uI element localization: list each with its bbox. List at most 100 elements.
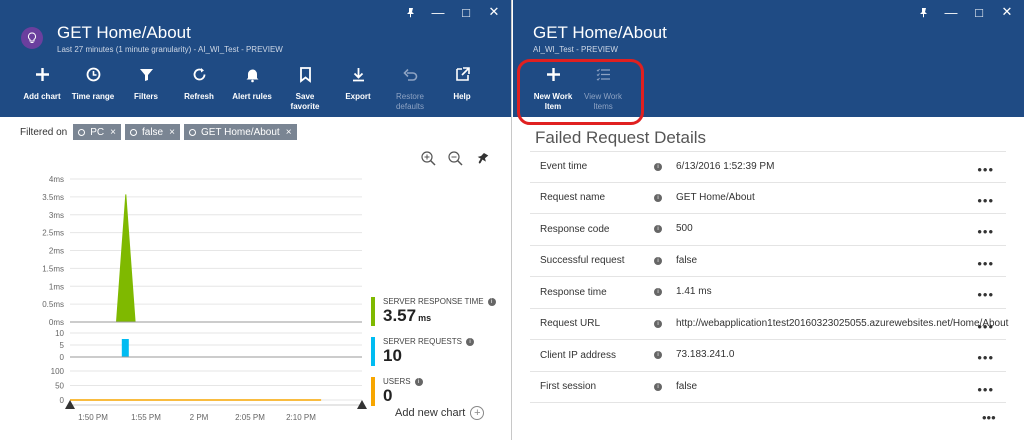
lightbulb-icon [21,27,43,49]
metric-value: 3.57 [383,306,417,325]
toolbar-button-label: Add chart [23,92,61,101]
info-icon: i [654,382,662,391]
undo-icon [402,66,419,88]
checklist-icon [595,66,612,88]
metric-server-requests[interactable]: SERVER REQUESTS i 10 [371,337,474,366]
toolbar-button-label: Help [453,92,471,101]
info-icon: i [654,225,662,234]
toolbar-button-label: New Work Item [533,92,573,111]
detail-row: Response time i 1.41 ms ••• [530,277,1006,309]
time-range-button[interactable]: Time range [65,66,121,102]
info-icon: i [654,351,662,360]
more-icon[interactable]: ••• [977,319,994,334]
more-icon[interactable]: ••• [977,287,994,302]
detail-value: GET Home/About [676,191,755,203]
y-tick-label: 0.5ms [42,300,64,309]
y-tick-label: 0 [60,353,65,362]
info-icon: i [487,297,496,306]
detail-value: 6/13/2016 1:52:39 PM [676,160,775,172]
add-chart-button[interactable]: Add chart [14,66,70,102]
requests-bar [121,339,129,357]
more-icon[interactable]: ••• [977,224,994,239]
external-link-icon [454,66,471,88]
circle-icon [78,128,86,136]
x-tick-label: 2:10 PM [286,413,316,422]
circle-icon [188,128,196,136]
detail-label: Successful request [540,255,625,267]
bookmark-icon [297,66,314,88]
more-icon[interactable]: ••• [977,382,994,397]
y-tick-label: 5 [60,341,65,350]
refresh-icon [191,66,208,88]
pin-icon[interactable] [474,150,491,167]
plus-icon [34,66,51,88]
close-icon[interactable]: × [169,127,175,138]
restore-defaults-button[interactable]: Restore defaults [382,66,438,112]
detail-value: http://webapplication1test20160323025055… [676,317,1009,329]
metric-users[interactable]: USERS i 0 [371,377,423,406]
detail-label: Response code [540,223,610,235]
filter-chip[interactable]: false × [125,124,180,140]
more-icon[interactable]: ••• [977,193,994,208]
close-icon[interactable]: × [286,127,292,138]
metric-server-response-time[interactable]: SERVER RESPONSE TIME i 3.57 ms [371,297,496,326]
detail-value: 1.41 ms [676,286,712,298]
blade-header: GET Home/About AI_WI_Test - PREVIEW — □ … [513,0,1024,117]
metrics-chart[interactable]: 0ms0.5ms1ms1.5ms2ms2.5ms3ms3.5ms4ms05100… [0,165,372,430]
download-icon [350,66,367,88]
zoom-in-icon[interactable] [420,150,437,167]
filter-icon [138,66,155,88]
y-tick-label: 1.5ms [42,264,64,273]
plus-circle-icon: + [470,406,485,420]
filters-button[interactable]: Filters [118,66,174,102]
filter-chip[interactable]: GET Home/About × [183,124,297,140]
info-icon: i [654,319,662,328]
close-icon[interactable]: × [110,127,116,138]
response-time-area [70,194,322,323]
minimize-icon[interactable]: — [431,5,445,20]
blade-subtitle: Last 27 minutes (1 minute granularity) -… [57,45,283,54]
toolbar-button-label: Filters [133,92,158,101]
refresh-button[interactable]: Refresh [171,66,227,102]
toolbar-button-label: Restore defaults [395,92,425,111]
more-icon[interactable]: ••• [977,162,994,177]
pin-icon[interactable] [916,5,930,19]
section-title: Failed Request Details [535,128,707,147]
view-work-items-button[interactable]: View Work Items [575,66,631,112]
more-icon[interactable]: ••• [982,410,996,425]
y-tick-label: 4ms [49,175,64,184]
y-tick-label: 100 [51,367,65,376]
close-icon[interactable]: ✕ [1000,4,1014,19]
y-tick-label: 2.5ms [42,229,64,238]
bell-icon [244,66,261,88]
close-icon[interactable]: ✕ [487,4,501,19]
export-button[interactable]: Export [330,66,386,102]
alert-rules-button[interactable]: Alert rules [224,66,280,102]
maximize-icon[interactable]: □ [459,5,473,20]
pin-icon[interactable] [403,5,417,19]
zoom-out-icon[interactable] [447,150,464,167]
filter-bar: Filtered on PC × false × GET Home/About × [20,124,301,140]
y-tick-label: 0ms [49,318,64,327]
blade-subtitle: AI_WI_Test - PREVIEW [533,45,618,54]
filter-chip-label: false [142,126,164,138]
save-favorite-button[interactable]: Save favorite [277,66,333,112]
plus-icon [545,66,562,88]
chart-tools [420,150,491,167]
toolbar-button-label: Alert rules [232,92,272,101]
more-icon[interactable]: ••• [977,256,994,271]
help-button[interactable]: Help [434,66,490,102]
detail-row: Request name i GET Home/About ••• [530,183,1006,214]
maximize-icon[interactable]: □ [972,5,986,20]
filter-chip[interactable]: PC × [73,124,121,140]
toolbar-button-label: Time range [71,92,115,101]
x-tick-label: 2:05 PM [235,413,265,422]
minimize-icon[interactable]: — [944,5,958,20]
blade-title: GET Home/About [533,23,667,42]
detail-label: First session [540,381,597,393]
info-icon: i [654,162,662,171]
more-icon[interactable]: ••• [977,350,994,365]
new-work-item-button[interactable]: New Work Item [525,66,581,112]
detail-value: false [676,380,698,392]
add-new-chart-button[interactable]: Add new chart + [395,406,485,420]
